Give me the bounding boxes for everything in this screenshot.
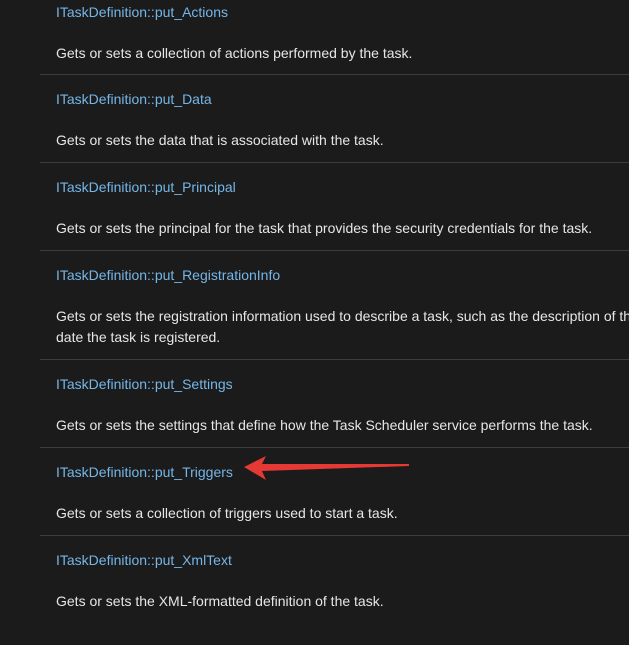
description-line: Gets or sets the data that is associated…	[56, 132, 384, 148]
list-item: ITaskDefinition::put_Settings Gets or se…	[40, 360, 629, 448]
description-line: Gets or sets the principal for the task …	[56, 220, 593, 236]
method-link-put-data[interactable]: ITaskDefinition::put_Data	[56, 89, 212, 109]
method-description: Gets or sets the data that is associated…	[56, 130, 384, 151]
method-description: Gets or sets a collection of actions per…	[56, 43, 412, 64]
list-item: ITaskDefinition::put_XmlText Gets or set…	[40, 536, 629, 636]
method-link-put-registrationinfo[interactable]: ITaskDefinition::put_RegistrationInfo	[56, 265, 280, 285]
description-line: Gets or sets a collection of actions per…	[56, 45, 413, 61]
method-link-put-settings[interactable]: ITaskDefinition::put_Settings	[56, 374, 233, 394]
description-line: date the task is registered.	[56, 329, 221, 345]
description-line: Gets or sets the settings that define ho…	[56, 417, 593, 433]
members-list: ITaskDefinition::put_Actions Gets or set…	[40, 0, 629, 636]
method-description: Gets or sets a collection of triggers us…	[56, 503, 398, 524]
description-line: Gets or sets the registration informatio…	[56, 308, 629, 324]
description-line: Gets or sets a collection of triggers us…	[56, 505, 398, 521]
method-link-put-xmltext[interactable]: ITaskDefinition::put_XmlText	[56, 550, 232, 570]
description-line: Gets or sets the XML-formatted definitio…	[56, 593, 384, 609]
method-description: Gets or sets the settings that define ho…	[56, 415, 593, 436]
list-item: ITaskDefinition::put_Data Gets or sets t…	[40, 75, 629, 163]
method-link-put-principal[interactable]: ITaskDefinition::put_Principal	[56, 177, 236, 197]
method-description: Gets or sets the principal for the task …	[56, 218, 592, 239]
list-item: ITaskDefinition::put_Triggers Gets or se…	[40, 448, 629, 536]
method-link-put-actions[interactable]: ITaskDefinition::put_Actions	[56, 2, 228, 22]
list-item: ITaskDefinition::put_Principal Gets or s…	[40, 163, 629, 251]
method-link-put-triggers[interactable]: ITaskDefinition::put_Triggers	[56, 462, 233, 482]
list-item: ITaskDefinition::put_Actions Gets or set…	[40, 0, 629, 75]
method-description: Gets or sets the XML-formatted definitio…	[56, 591, 384, 612]
list-item: ITaskDefinition::put_RegistrationInfo Ge…	[40, 251, 629, 360]
method-description: Gets or sets the registration informatio…	[56, 306, 629, 348]
